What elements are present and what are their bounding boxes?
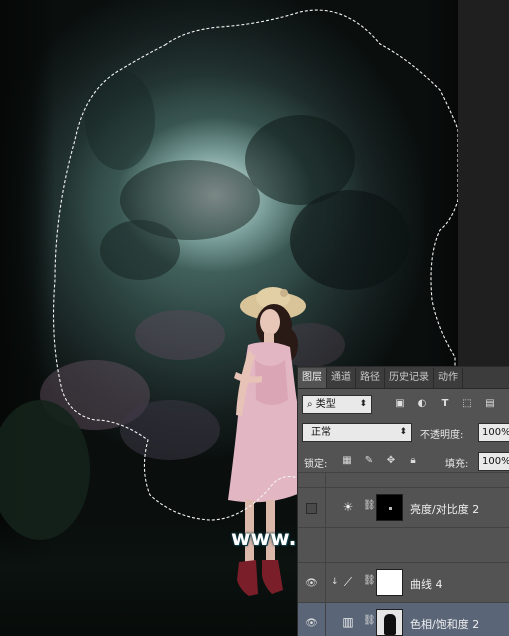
layer-name[interactable]: 色相/饱和度 2 [410, 616, 479, 632]
layer-name[interactable]: 亮度/对比度 2 [410, 501, 479, 517]
layer-row-curves-4[interactable]: 👁︎ ↓ ⟋ ⛓ 曲线 4 [298, 562, 509, 603]
opacity-field[interactable]: 100% [478, 423, 509, 442]
tab-actions[interactable]: 动作 [434, 368, 463, 388]
chevron-updown-icon: ⬍ [399, 427, 407, 437]
tree-foliage [85, 70, 410, 290]
brightness-contrast-icon: ☀ [342, 500, 354, 514]
chain-link-icon[interactable]: ⛓ [363, 615, 376, 626]
blend-mode-select[interactable]: 正常 ⬍ [302, 423, 412, 442]
lock-label: 锁定: [304, 459, 328, 470]
layer-filter-row: ⌕ 类型 ⬍ ▣ ◐ T ⬚ ▤ [298, 394, 509, 416]
opacity-label: 不透明度: [420, 430, 464, 441]
layer-row-partial[interactable] [298, 472, 509, 489]
layer-filter-select[interactable]: ⌕ 类型 ⬍ [302, 395, 372, 414]
clipping-arrow-icon: ↓ [331, 577, 339, 587]
tab-history[interactable]: 历史记录 [385, 368, 434, 388]
chevron-updown-icon: ⬍ [359, 399, 367, 409]
curves-icon: ⟋ [343, 575, 353, 589]
lock-all-icon[interactable]: 🔒︎ [407, 455, 419, 467]
eye-icon: 👁︎ [305, 577, 318, 589]
visibility-toggle[interactable] [298, 488, 326, 528]
layer-row-brightness-contrast-2[interactable]: ☀ ⛓ 亮度/对比度 2 [298, 487, 509, 528]
visibility-toggle[interactable]: 👁︎ [298, 563, 326, 603]
layer-mask-thumbnail[interactable] [376, 494, 403, 521]
tab-channels[interactable]: 通道 [327, 368, 356, 388]
mask-figure [384, 614, 396, 635]
image-filter-icon[interactable]: ▣ [394, 398, 406, 410]
layer-mask-thumbnail[interactable] [376, 609, 403, 636]
type-filter-icon[interactable]: T [439, 398, 451, 410]
blend-row: 正常 ⬍ 不透明度: 100% [298, 422, 509, 444]
lock-position-icon[interactable]: ✥ [385, 455, 397, 467]
panel-tab-bar: 图层 通道 路径 历史记录 动作 [298, 367, 509, 389]
adjustment-filter-icon[interactable]: ◐ [416, 398, 428, 410]
visibility-toggle[interactable]: 👁︎ [298, 603, 326, 636]
layer-row-hue-saturation-2[interactable]: 👁︎ ▥ ⛓ 色相/饱和度 2 [298, 602, 509, 636]
eye-icon: 👁︎ [305, 617, 318, 629]
layers-panel[interactable]: 图层 通道 路径 历史记录 动作 ⌕ 类型 ⬍ ▣ ◐ T ⬚ ▤ 正常 ⬍ 不… [297, 366, 509, 636]
mask-dot [389, 507, 392, 510]
shape-filter-icon[interactable]: ⬚ [461, 398, 473, 410]
lock-transparent-icon[interactable]: ▦ [341, 455, 353, 467]
tab-layers[interactable]: 图层 [298, 368, 327, 388]
blend-mode-value: 正常 [311, 427, 331, 438]
tab-paths[interactable]: 路径 [356, 368, 385, 388]
layer-row-hidden-by-watermark[interactable] [298, 527, 509, 568]
lock-brush-icon[interactable]: ✎ [363, 455, 375, 467]
chain-link-icon[interactable]: ⛓ [363, 575, 376, 586]
hue-saturation-icon: ▥ [342, 615, 354, 629]
layer-filter-label: 类型 [315, 399, 336, 410]
layer-mask-thumbnail[interactable] [376, 569, 403, 596]
lock-row: 锁定: ▦ ✎ ✥ 🔒︎ 填充: 100% [298, 451, 509, 473]
search-icon: ⌕ [307, 399, 313, 410]
layer-name[interactable]: 曲线 4 [410, 576, 443, 592]
fill-label: 填充: [445, 459, 469, 470]
visibility-off-box [306, 502, 317, 514]
fill-field[interactable]: 100% [478, 452, 509, 471]
chain-link-icon[interactable]: ⛓ [363, 500, 376, 511]
smart-object-filter-icon[interactable]: ▤ [484, 398, 496, 410]
